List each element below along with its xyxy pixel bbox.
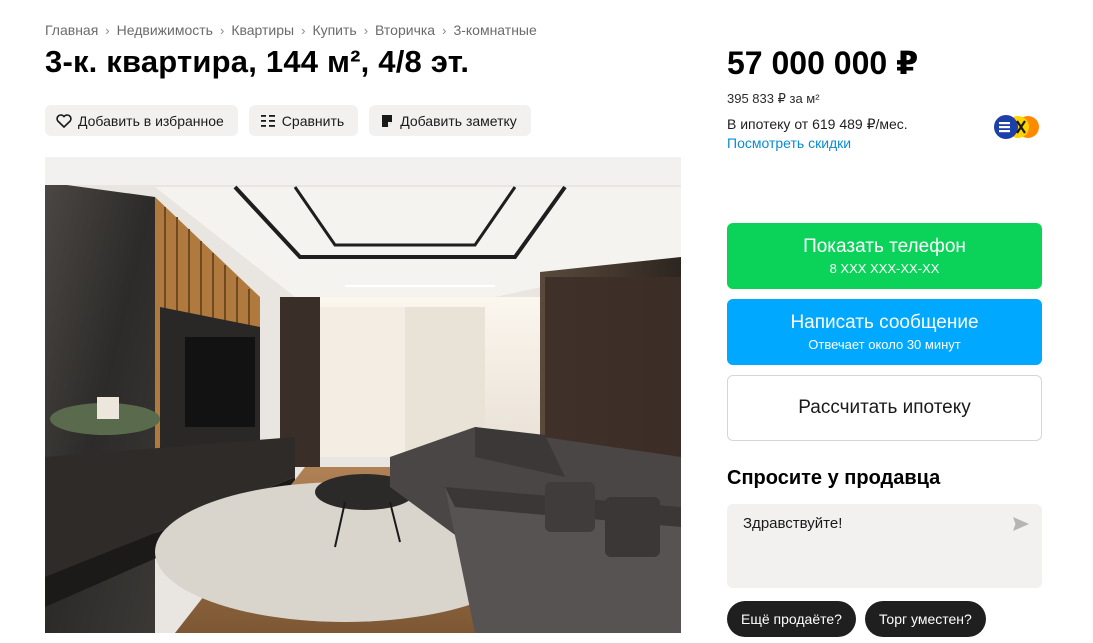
compare-label: Сравнить: [281, 112, 345, 129]
compare-icon: [260, 114, 275, 127]
breadcrumb-item-3-rooms[interactable]: 3-комнатные: [453, 22, 536, 38]
view-discounts-link[interactable]: Посмотреть скидки: [727, 135, 851, 151]
add-favorite-label: Добавить в избранное: [78, 112, 224, 129]
add-favorite-button[interactable]: Добавить в избранное: [45, 105, 238, 136]
compare-button[interactable]: Сравнить: [248, 105, 359, 136]
breadcrumb-item-realty[interactable]: Недвижимость: [117, 22, 213, 38]
ask-seller-box: [727, 504, 1042, 588]
send-icon[interactable]: [1012, 516, 1030, 532]
listing-actions: Добавить в избранное Сравнить Добавить з…: [45, 105, 531, 136]
phone-number: 8 XXX XXX-XX-XX: [829, 261, 940, 276]
breadcrumb-item-secondary[interactable]: Вторичка: [375, 22, 435, 38]
ask-seller-input[interactable]: [743, 515, 993, 532]
bank-logo-icon[interactable]: [993, 114, 1043, 140]
chevron-right-icon: ›: [105, 22, 110, 38]
quick-replies: Ещё продаёте? Торг уместен?: [727, 601, 986, 637]
living-room-photo: [45, 157, 681, 633]
write-message-button[interactable]: Написать сообщение Отвечает около 30 мин…: [727, 299, 1042, 365]
price-per-meter: 395 833 ₽ за м²: [727, 91, 820, 106]
show-phone-label: Показать телефон: [803, 236, 966, 257]
listing-title: 3-к. квартира, 144 м², 4/8 эт.: [45, 44, 470, 79]
breadcrumb: Главная › Недвижимость › Квартиры › Купи…: [45, 22, 537, 38]
ask-seller-title: Спросите у продавца: [727, 467, 941, 489]
quick-reply-still-selling[interactable]: Ещё продаёте?: [727, 601, 856, 637]
listing-photo[interactable]: [45, 157, 681, 633]
quick-reply-bargain[interactable]: Торг уместен?: [864, 601, 986, 637]
chevron-right-icon: ›: [442, 22, 447, 38]
breadcrumb-item-apartments[interactable]: Квартиры: [231, 22, 294, 38]
add-note-label: Добавить заметку: [400, 112, 517, 129]
write-message-label: Написать сообщение: [790, 312, 979, 333]
price: 57 000 000 ₽: [727, 45, 919, 81]
breadcrumb-item-home[interactable]: Главная: [45, 22, 98, 38]
calculate-mortgage-label: Рассчитать ипотеку: [798, 397, 971, 418]
show-phone-button[interactable]: Показать телефон 8 XXX XXX-XX-XX: [727, 223, 1042, 289]
calculate-mortgage-button[interactable]: Рассчитать ипотеку: [727, 375, 1042, 441]
breadcrumb-item-buy[interactable]: Купить: [312, 22, 356, 38]
heart-icon: [56, 113, 72, 128]
chevron-right-icon: ›: [363, 22, 369, 38]
note-icon: [382, 114, 393, 127]
chevron-right-icon: ›: [301, 22, 306, 38]
add-note-button[interactable]: Добавить заметку: [369, 105, 531, 136]
chevron-right-icon: ›: [219, 22, 225, 38]
mortgage-info: В ипотеку от 619 489 ₽/мес.: [727, 116, 908, 132]
response-time: Отвечает около 30 минут: [808, 337, 961, 352]
